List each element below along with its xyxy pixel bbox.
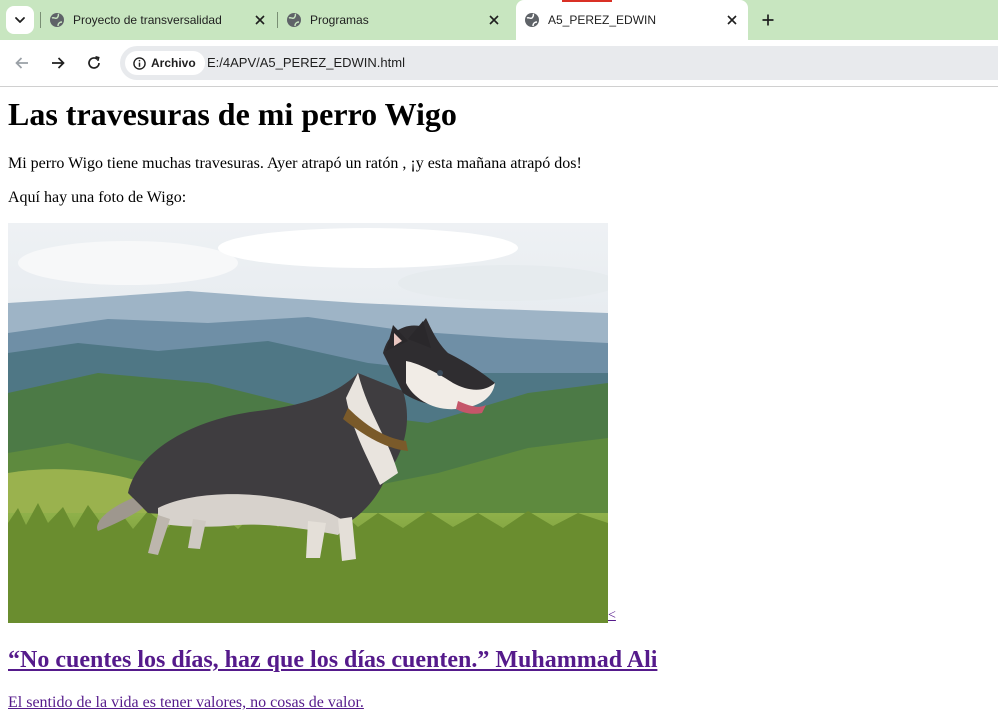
- tab-proyecto[interactable]: Proyecto de transversalidad: [40, 0, 276, 40]
- tab-title: A5_PEREZ_EDWIN: [548, 13, 657, 27]
- globe-icon: [524, 12, 540, 28]
- tab-title: Programas: [310, 13, 369, 27]
- plus-icon: [762, 14, 774, 26]
- new-tab-button[interactable]: [756, 8, 780, 32]
- url-text[interactable]: E:/4APV/A5_PEREZ_EDWIN.html: [207, 55, 405, 70]
- address-bar[interactable]: Archivo E:/4APV/A5_PEREZ_EDWIN.html: [120, 46, 998, 80]
- close-icon[interactable]: [252, 12, 268, 28]
- reload-button[interactable]: [82, 51, 106, 75]
- chevron-down-icon: [15, 17, 25, 23]
- tab-search-button[interactable]: [6, 6, 34, 34]
- dog-photo-link[interactable]: [8, 223, 608, 623]
- close-icon[interactable]: [486, 12, 502, 28]
- forward-button[interactable]: [46, 51, 70, 75]
- tab-indicator: [562, 0, 612, 2]
- info-icon: [133, 56, 146, 70]
- globe-icon: [49, 12, 65, 28]
- site-info-label: Archivo: [151, 56, 196, 70]
- back-arrow-icon: [15, 57, 28, 69]
- tab-a5-perez-edwin[interactable]: A5_PEREZ_EDWIN: [516, 0, 748, 40]
- sentence-link[interactable]: El sentido de la vida es tener valores, …: [8, 694, 364, 712]
- tab-title: Proyecto de transversalidad: [73, 13, 222, 27]
- reload-icon: [88, 55, 100, 69]
- site-info-chip[interactable]: Archivo: [125, 51, 205, 75]
- paragraph-photo-intro: Aquí hay una foto de Wigo:: [8, 189, 187, 206]
- browser-toolbar: Archivo E:/4APV/A5_PEREZ_EDWIN.html: [0, 40, 998, 87]
- tab-strip: Proyecto de transversalidad Programas A5…: [0, 0, 998, 40]
- close-icon[interactable]: [724, 12, 740, 28]
- globe-icon: [286, 12, 302, 28]
- forward-arrow-icon: [52, 57, 65, 69]
- paragraph-mischief: Mi perro Wigo tiene muchas travesuras. A…: [8, 155, 582, 172]
- page-heading: Las travesuras de mi perro Wigo: [8, 96, 457, 132]
- back-button[interactable]: [10, 51, 34, 75]
- quote-link[interactable]: “No cuentes los días, haz que los días c…: [8, 647, 657, 674]
- tab-programas[interactable]: Programas: [278, 0, 510, 40]
- stray-link[interactable]: <: [608, 608, 616, 624]
- dog-photo: [8, 223, 608, 623]
